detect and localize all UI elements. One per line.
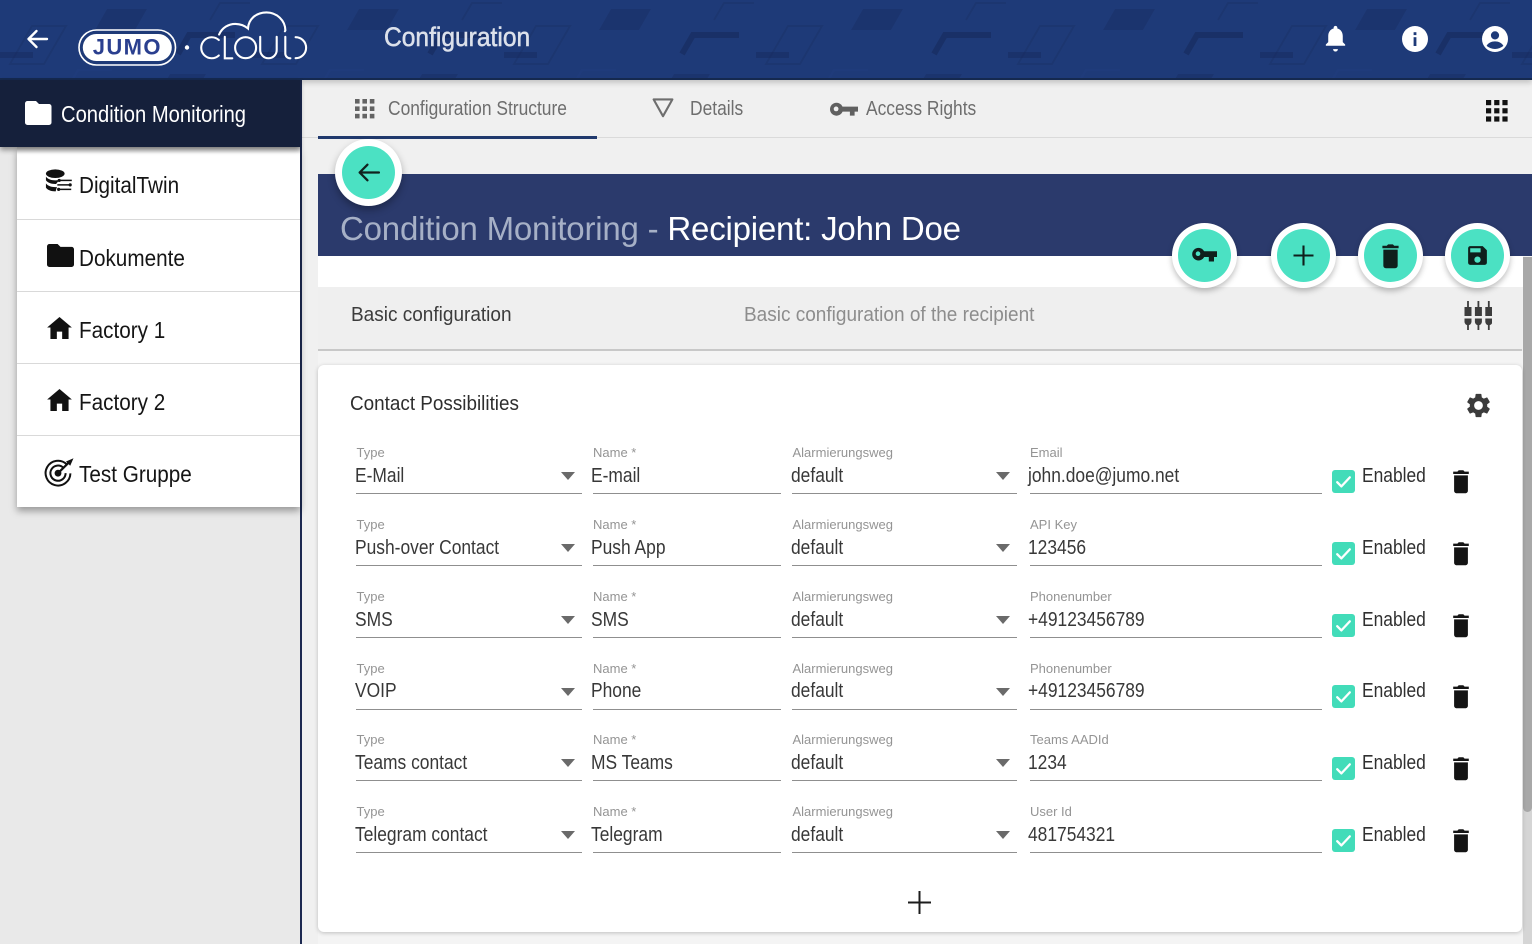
svg-text:JUMO: JUMO <box>93 35 162 60</box>
